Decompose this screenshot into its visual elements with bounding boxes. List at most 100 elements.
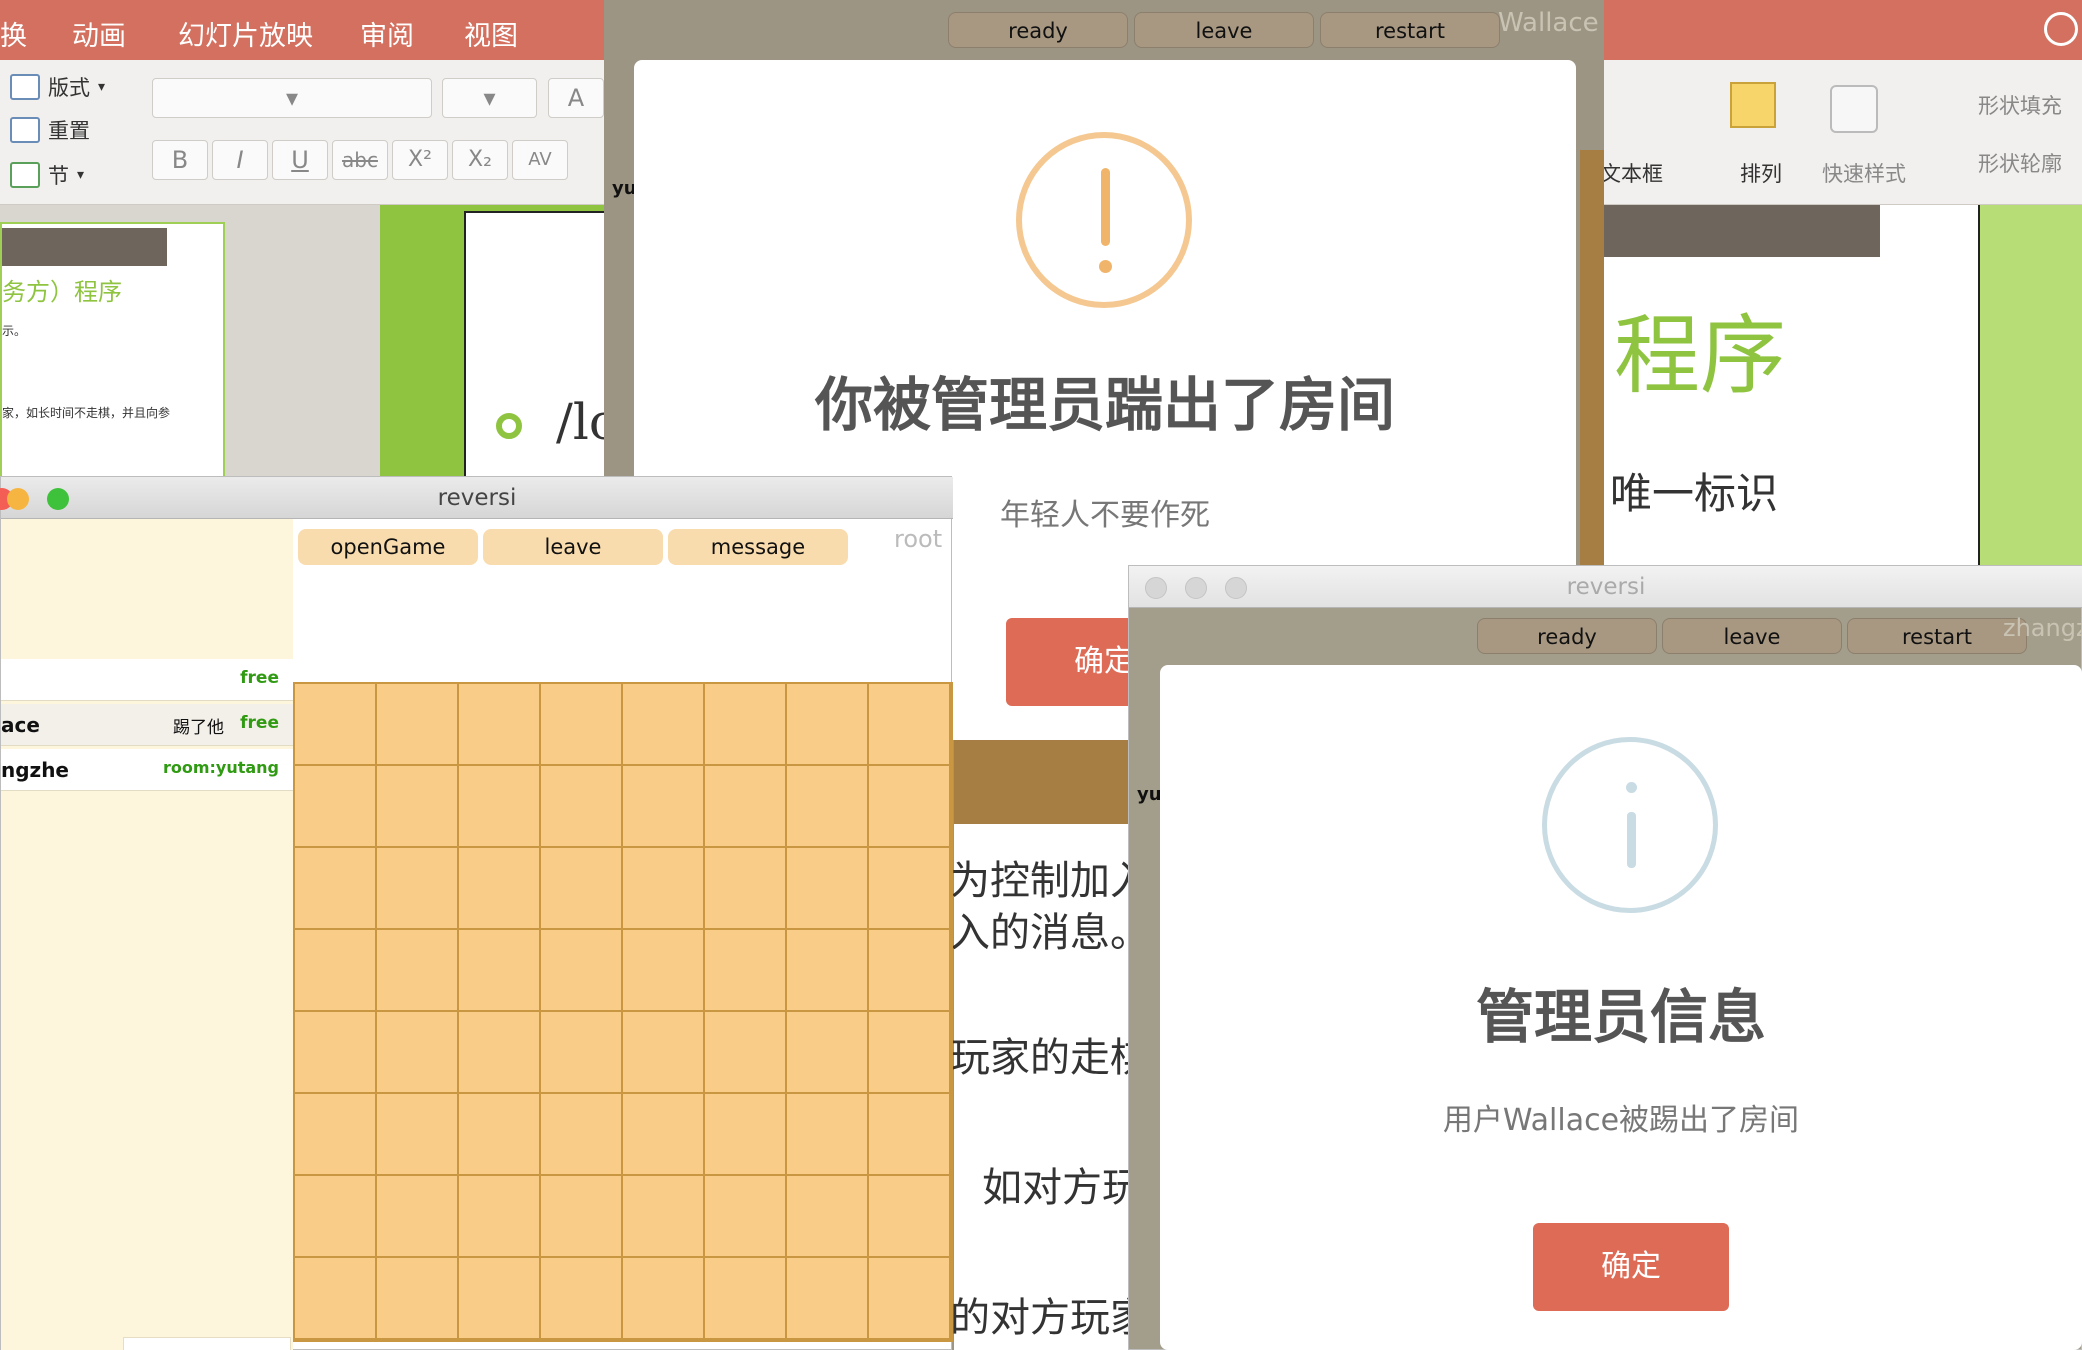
board-cell[interactable] [705,930,787,1012]
tab-games[interactable]: games [123,1337,291,1350]
board-cell[interactable] [295,766,377,848]
board-cell[interactable] [541,848,623,930]
board-cell[interactable] [295,1012,377,1094]
leave-button[interactable]: leave [483,529,663,565]
open-game-button[interactable]: openGame [298,529,478,565]
italic-button[interactable]: I [212,140,268,180]
board-cell[interactable] [541,684,623,766]
board-cell[interactable] [705,1258,787,1340]
board-cell[interactable] [787,930,869,1012]
leave-button[interactable]: leave [1134,12,1314,48]
board-cell[interactable] [869,1176,951,1258]
board-cell[interactable] [377,766,459,848]
board-cell[interactable] [459,930,541,1012]
shape-outline-button[interactable]: 形状轮廓 [1978,148,2062,178]
user-row[interactable]: ngzhe room:yutang [1,749,293,791]
increase-font-button[interactable]: A [548,78,604,118]
board-cell[interactable] [295,1258,377,1340]
board-cell[interactable] [623,848,705,930]
tab-user[interactable]: user [1,1337,119,1350]
shape-fill-button[interactable]: 形状填充 [1978,90,2062,120]
board-cell[interactable] [869,684,951,766]
quick-styles-button[interactable]: 快速样式 [1822,158,1906,188]
board-cell[interactable] [377,848,459,930]
board-cell[interactable] [541,1258,623,1340]
leave-button[interactable]: leave [1662,618,1842,654]
menu-slideshow[interactable]: 幻灯片放映 [178,14,313,53]
board-cell[interactable] [869,1258,951,1340]
arrange-button[interactable]: 排列 [1740,158,1782,188]
board-cell[interactable] [705,766,787,848]
board-cell[interactable] [705,1094,787,1176]
board-cell[interactable] [459,1012,541,1094]
board-cell[interactable] [787,766,869,848]
confirm-button[interactable]: 确定 [1533,1223,1729,1311]
board-cell[interactable] [295,684,377,766]
subscript-button[interactable]: X₂ [452,140,508,180]
board-cell[interactable] [377,930,459,1012]
kick-user-link[interactable]: 踢了他 [173,713,224,738]
board-cell[interactable] [541,766,623,848]
menu-animation[interactable]: 动画 [72,14,126,53]
board-cell[interactable] [377,684,459,766]
font-family-select[interactable]: ▾ [152,78,432,118]
menu-review[interactable]: 审阅 [360,14,414,53]
char-spacing-button[interactable]: AV [512,140,568,180]
board-cell[interactable] [787,1012,869,1094]
board-cell[interactable] [787,684,869,766]
font-size-select[interactable]: ▾ [442,78,537,118]
user-row[interactable]: ace 踢了他 free [1,704,293,746]
board-cell[interactable] [295,1176,377,1258]
textbox-button[interactable]: 文本框 [1600,158,1663,188]
board-cell[interactable] [459,1176,541,1258]
board-cell[interactable] [705,1176,787,1258]
ready-button[interactable]: ready [1477,618,1657,654]
board-cell[interactable] [459,1094,541,1176]
board-cell[interactable] [623,1094,705,1176]
reset-button[interactable]: 重置 [10,115,90,145]
board-cell[interactable] [869,766,951,848]
board-cell[interactable] [377,1094,459,1176]
board-cell[interactable] [459,1258,541,1340]
board-cell[interactable] [541,1176,623,1258]
board-cell[interactable] [541,930,623,1012]
board-cell[interactable] [623,1012,705,1094]
restart-button[interactable]: restart [1320,12,1500,48]
slide-thumbnail[interactable]: 务方）程序 示。 家，如长时间不走棋，并且向参 [0,222,225,480]
strikethrough-button[interactable]: abc [332,140,388,180]
message-button[interactable]: message [668,529,848,565]
board-cell[interactable] [459,848,541,930]
board-cell[interactable] [377,1012,459,1094]
board-cell[interactable] [377,1258,459,1340]
board-cell[interactable] [869,1094,951,1176]
superscript-button[interactable]: X² [392,140,448,180]
underline-button[interactable]: U [272,140,328,180]
board-cell[interactable] [623,930,705,1012]
board-cell[interactable] [787,1176,869,1258]
menu-view[interactable]: 视图 [464,14,518,53]
board-cell[interactable] [295,1094,377,1176]
board-cell[interactable] [787,1258,869,1340]
board-cell[interactable] [705,1012,787,1094]
section-button[interactable]: 节 ▾ [10,160,84,190]
board-cell[interactable] [541,1094,623,1176]
board-cell[interactable] [623,1176,705,1258]
board-cell[interactable] [377,1176,459,1258]
board-cell[interactable] [869,930,951,1012]
ready-button[interactable]: ready [948,12,1128,48]
board-cell[interactable] [541,1012,623,1094]
board-cell[interactable] [623,766,705,848]
board-cell[interactable] [295,930,377,1012]
user-row[interactable]: free [1,659,293,701]
restart-button[interactable]: restart [1847,618,2027,654]
board-cell[interactable] [623,1258,705,1340]
board-cell[interactable] [295,848,377,930]
board-cell[interactable] [459,766,541,848]
game-board[interactable] [293,682,953,1342]
board-cell[interactable] [705,684,787,766]
smiley-icon[interactable] [2044,12,2078,46]
board-cell[interactable] [459,684,541,766]
bold-button[interactable]: B [152,140,208,180]
board-cell[interactable] [869,848,951,930]
board-cell[interactable] [705,848,787,930]
